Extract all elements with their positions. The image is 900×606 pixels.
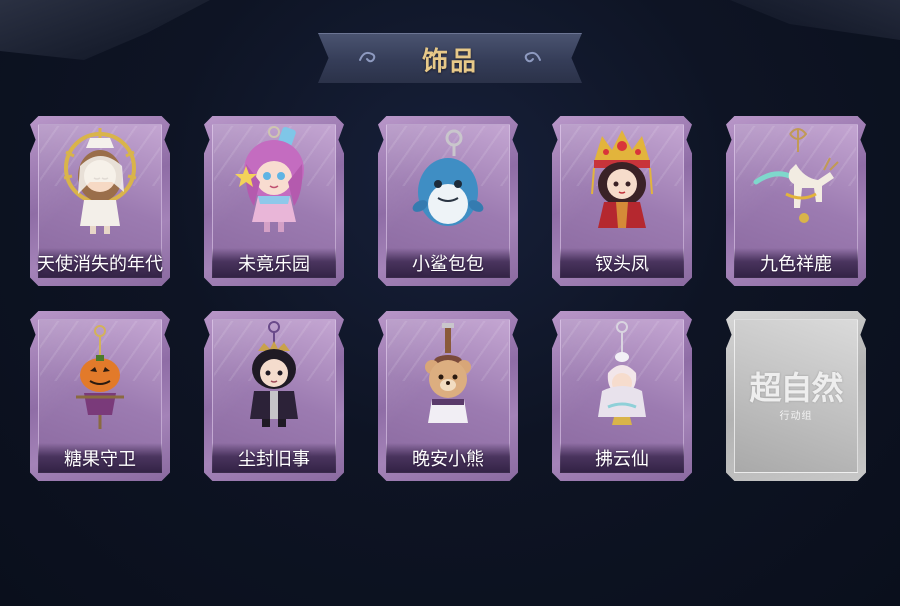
- item-name: 晚安小熊: [412, 449, 484, 470]
- phoenix-crown-doll-charm-icon: [591, 130, 653, 228]
- accessory-card[interactable]: 晚安小熊: [378, 311, 518, 481]
- accessory-card[interactable]: 未竟乐园: [204, 116, 344, 286]
- item-name: 未竟乐园: [238, 254, 310, 275]
- item-name: 九色祥鹿: [760, 254, 832, 275]
- item-name: 尘封旧事: [238, 449, 310, 470]
- blue-shark-charm-icon: [412, 129, 484, 226]
- watermark-subtext: 行动组: [779, 411, 813, 422]
- accessory-card[interactable]: 九色祥鹿: [726, 116, 866, 286]
- accessory-card[interactable]: 天使消失的年代: [30, 116, 170, 286]
- white-deer-charm-icon: [753, 128, 839, 223]
- pink-hair-doll-charm-icon: [235, 126, 304, 232]
- teddy-bear-charm-icon: [425, 323, 471, 423]
- accessory-card[interactable]: 拂云仙: [552, 311, 692, 481]
- locked-accessory-card[interactable]: 超自然 行动组: [726, 311, 866, 481]
- item-name: 钗头凤: [595, 254, 649, 275]
- watermark-logo: 超自然 行动组: [726, 363, 866, 422]
- accessory-card[interactable]: 钗头凤: [552, 116, 692, 286]
- accessory-grid: 天使消失的年代 未竟乐园 小鲨包包 钗头凤 九色祥鹿 糖果守卫 尘封旧事 晚安小…: [30, 116, 866, 481]
- watermark-text: 超自然: [749, 369, 843, 407]
- dark-hair-doll-charm-icon: [250, 321, 298, 427]
- angel-doll-charm-icon: [63, 128, 137, 234]
- background-rock: [730, 0, 900, 40]
- accessory-card[interactable]: 尘封旧事: [204, 311, 344, 481]
- cloud-fairy-charm-icon: [598, 321, 646, 425]
- swirl-ornament-icon: [524, 51, 541, 63]
- title-banner: 饰品: [318, 33, 582, 83]
- item-name: 天使消失的年代: [37, 254, 163, 275]
- accessory-card[interactable]: 小鲨包包: [378, 116, 518, 286]
- item-name: 糖果守卫: [64, 449, 136, 470]
- item-name: 拂云仙: [595, 449, 649, 470]
- background-rock: [0, 0, 210, 60]
- accessory-card[interactable]: 糖果守卫: [30, 311, 170, 481]
- item-name: 小鲨包包: [412, 254, 484, 275]
- pumpkin-scarecrow-charm-icon: [76, 325, 124, 429]
